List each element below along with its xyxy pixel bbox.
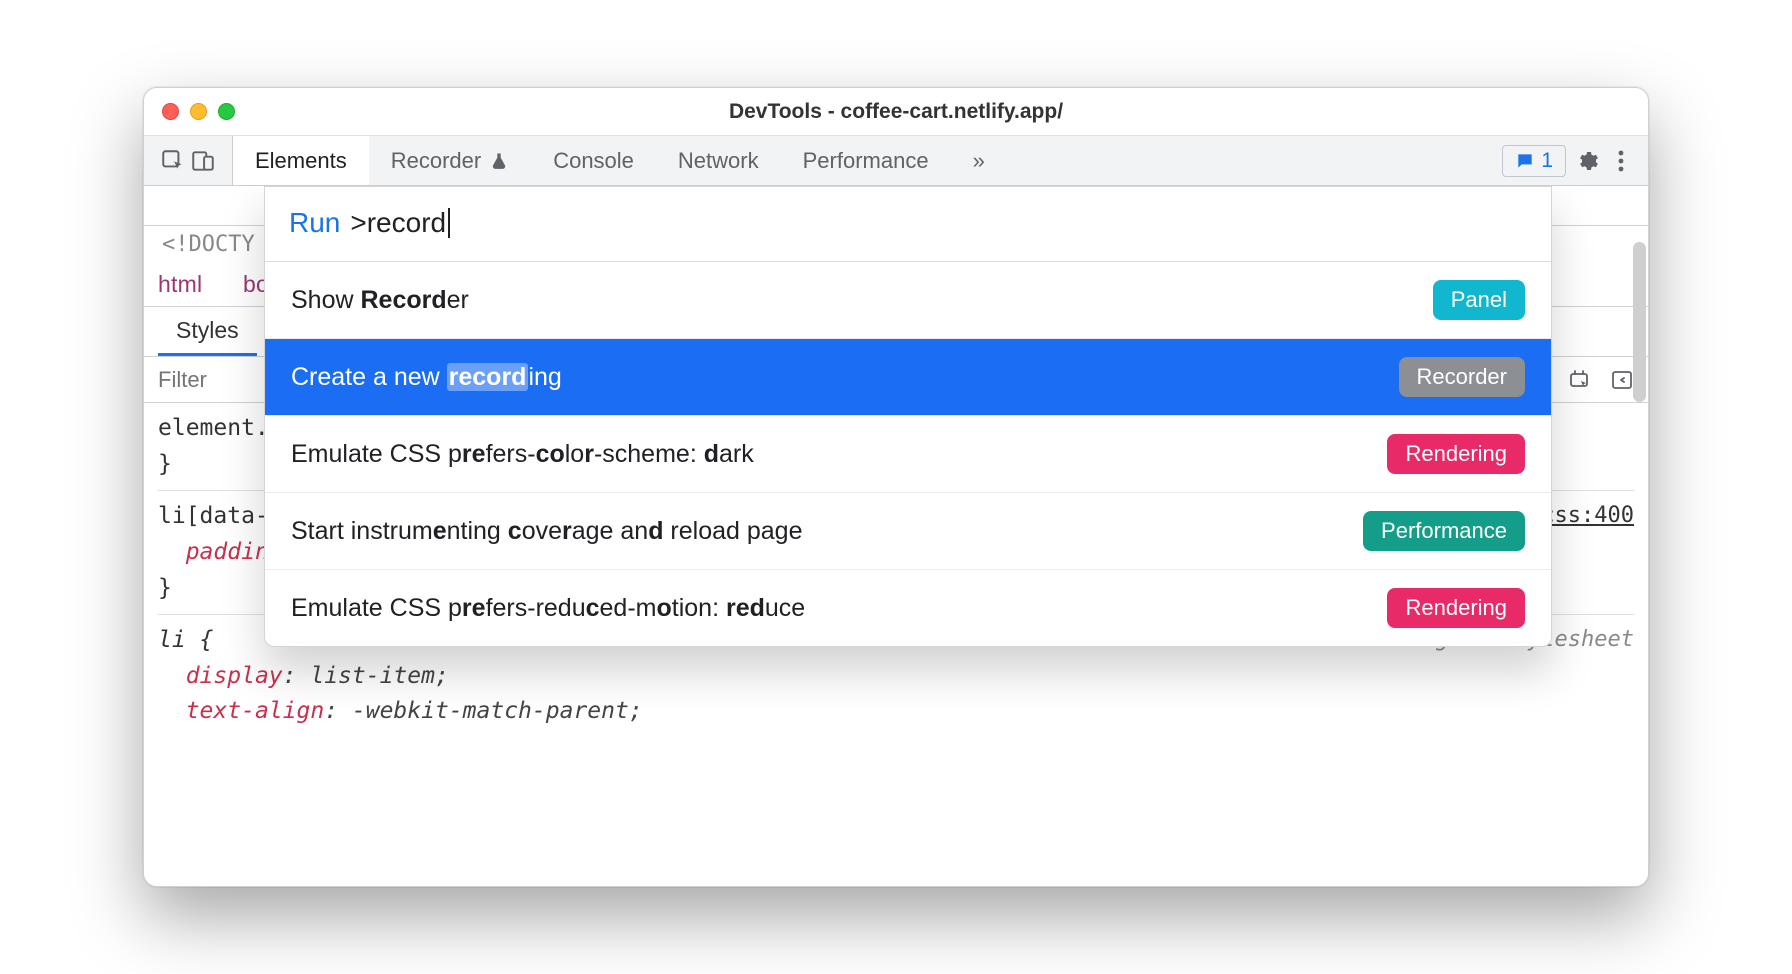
tab-label: Recorder: [391, 148, 481, 174]
result-label: Start instrumenting coverage and reload …: [291, 517, 803, 546]
toggle-sidebar-icon[interactable]: [1610, 368, 1634, 392]
flask-icon: [489, 150, 509, 172]
result-label: Create a new recording: [291, 363, 562, 392]
window-title: DevTools - coffee-cart.netlify.app/: [144, 100, 1648, 124]
command-result[interactable]: Create a new recording Recorder: [265, 339, 1551, 416]
titlebar: DevTools - coffee-cart.netlify.app/: [144, 88, 1648, 136]
result-label: Show Recorder: [291, 286, 469, 315]
tab-label: Network: [678, 148, 759, 174]
brace: }: [158, 575, 172, 601]
command-prefix: Run: [289, 207, 340, 239]
issues-icon: [1515, 151, 1535, 171]
result-badge: Performance: [1363, 511, 1525, 551]
command-results: Show Recorder Panel Create a new recording…: [265, 262, 1551, 646]
text-caret: [448, 208, 450, 238]
property: display: [186, 663, 283, 689]
tab-toolbar: Elements Recorder Console Network Perfor…: [144, 136, 1648, 186]
inspect-icon[interactable]: [160, 148, 186, 174]
command-result[interactable]: Emulate CSS prefers-color-scheme: dark Re…: [265, 416, 1551, 493]
result-badge: Rendering: [1387, 434, 1525, 474]
result-label: Emulate CSS prefers-reduced-motion: redu…: [291, 594, 805, 623]
device-toggle-icon[interactable]: [190, 148, 216, 174]
subtab-label: Styles: [176, 317, 239, 344]
command-input-row[interactable]: Run >record: [265, 187, 1551, 262]
subtab-styles[interactable]: Styles: [158, 307, 257, 356]
breadcrumb-html[interactable]: html: [158, 271, 202, 297]
tab-recorder[interactable]: Recorder: [369, 136, 531, 185]
command-result[interactable]: Start instrumenting coverage and reload …: [265, 493, 1551, 570]
tab-console[interactable]: Console: [531, 136, 656, 185]
tab-performance[interactable]: Performance: [781, 136, 951, 185]
devtools-window: DevTools - coffee-cart.netlify.app/ Elem…: [143, 87, 1649, 887]
tab-elements[interactable]: Elements: [233, 136, 369, 185]
tab-label: Elements: [255, 148, 347, 174]
issues-button[interactable]: 1: [1502, 145, 1566, 177]
brace: }: [158, 451, 172, 477]
command-palette: Run >record Show Recorder Panel Create a n…: [264, 186, 1552, 647]
chevrons-icon: »: [973, 148, 985, 174]
result-badge: Panel: [1433, 280, 1525, 320]
command-query: >record: [350, 207, 446, 239]
command-result[interactable]: Show Recorder Panel: [265, 262, 1551, 339]
settings-icon[interactable]: [1574, 148, 1600, 174]
command-result[interactable]: Emulate CSS prefers-reduced-motion: redu…: [265, 570, 1551, 646]
value: list-item: [310, 663, 435, 689]
tab-label: Console: [553, 148, 634, 174]
selector: li {: [158, 627, 213, 653]
tab-network[interactable]: Network: [656, 136, 781, 185]
main-area: <!DOCTY html bod Styles element.s }: [144, 186, 1648, 886]
more-menu-icon[interactable]: [1608, 148, 1634, 174]
value: -webkit-match-parent: [352, 698, 629, 724]
scrollbar[interactable]: [1633, 242, 1646, 402]
tab-label: Performance: [803, 148, 929, 174]
source-link[interactable]: css:400: [1541, 499, 1634, 533]
result-badge: Recorder: [1399, 357, 1525, 397]
result-label: Emulate CSS prefers-color-scheme: dark: [291, 440, 754, 469]
result-badge: Rendering: [1387, 588, 1525, 628]
property: text-align: [186, 698, 324, 724]
more-tabs[interactable]: »: [951, 136, 1007, 185]
property: paddin: [186, 539, 269, 565]
hover-states-icon[interactable]: [1568, 368, 1592, 392]
issues-count: 1: [1541, 149, 1553, 173]
